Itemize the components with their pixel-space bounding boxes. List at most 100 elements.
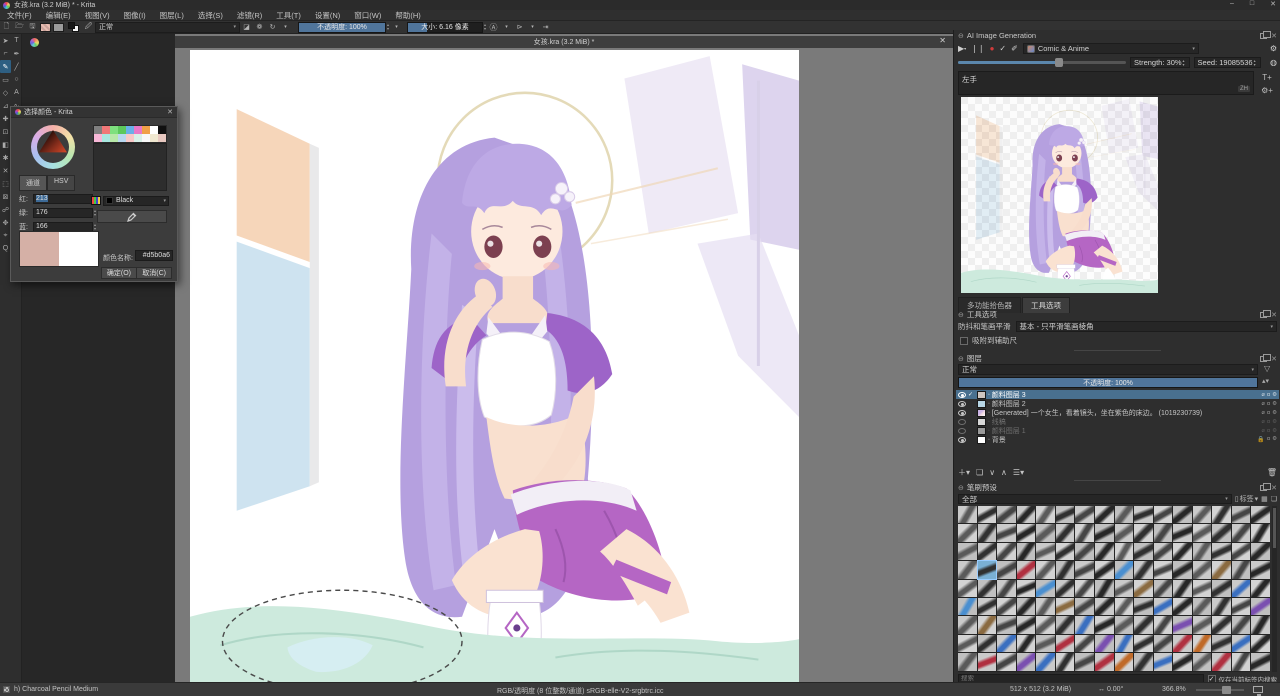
brush-preset[interactable]: [1193, 524, 1212, 541]
brush-preset[interactable]: [1212, 598, 1231, 615]
brush-preset[interactable]: [1154, 635, 1173, 652]
brush-preset[interactable]: [1173, 653, 1192, 670]
brush-preset[interactable]: [1193, 653, 1212, 670]
menu-窗口[interactable]: 窗口(W): [347, 10, 388, 21]
add-text-prompt-icon[interactable]: T+: [1260, 71, 1274, 83]
brush-preset[interactable]: [1232, 580, 1251, 597]
channel-input[interactable]: 213: [33, 194, 93, 204]
layer-visibility-eye-icon[interactable]: [958, 410, 966, 416]
palette-icon[interactable]: [91, 196, 101, 205]
brush-preset[interactable]: [1095, 635, 1114, 652]
brush-preset[interactable]: [1232, 506, 1251, 523]
mirror-vertical-icon[interactable]: ⊳: [515, 23, 524, 32]
layer-properties-button[interactable]: ☰▾: [1013, 468, 1024, 477]
smoothing-dropdown[interactable]: 基本 - 只平滑笔画棱角▾: [1016, 321, 1278, 332]
brush-preset[interactable]: [997, 653, 1016, 670]
brush-size-slider[interactable]: 大小: 6.16 像素: [407, 22, 483, 33]
brush-preset[interactable]: [1036, 598, 1055, 615]
layer-settings-icon[interactable]: ⚙: [1272, 410, 1277, 416]
brush-preset[interactable]: [1115, 580, 1134, 597]
palette-swatch[interactable]: [150, 126, 158, 134]
brush-preset[interactable]: [1134, 580, 1153, 597]
palette-swatch[interactable]: [110, 134, 118, 142]
brush-preset[interactable]: [958, 543, 977, 560]
live-paint-button[interactable]: ✐: [1011, 44, 1018, 53]
brush-preset[interactable]: [1115, 506, 1134, 523]
size-spinner[interactable]: ▴▾: [484, 23, 486, 31]
maximize-button[interactable]: □: [1250, 0, 1254, 8]
brush-preset[interactable]: [1212, 653, 1231, 670]
palette-swatch[interactable]: [102, 126, 110, 134]
palette-swatch[interactable]: [134, 126, 142, 134]
brush-preset[interactable]: [1036, 561, 1055, 578]
brush-preset[interactable]: [1056, 524, 1075, 541]
layer-lock-icon[interactable]: 🔒: [1257, 436, 1264, 443]
brush-preset[interactable]: [1095, 506, 1114, 523]
brush-preset[interactable]: [978, 580, 997, 597]
brush-preset[interactable]: [1232, 561, 1251, 578]
brush-preset[interactable]: [1056, 543, 1075, 560]
layer-blend-dropdown[interactable]: 正常▾: [958, 364, 1258, 375]
brush-preset[interactable]: [1134, 524, 1153, 541]
brush-preset[interactable]: [1056, 653, 1075, 670]
layer-opacity-spinner[interactable]: ▴▾: [1262, 377, 1269, 385]
color-wheel[interactable]: [31, 125, 75, 169]
close-button[interactable]: ✕: [1270, 0, 1276, 8]
calligraphy-tool-icon[interactable]: ✒: [11, 47, 22, 60]
reload-preset-icon[interactable]: ↻: [268, 23, 277, 32]
layer-visibility-eye-icon[interactable]: [958, 437, 966, 443]
zoom-slider[interactable]: [1196, 689, 1244, 691]
brush-preset[interactable]: [978, 506, 997, 523]
dropdown-caret-icon[interactable]: ▾: [281, 23, 290, 32]
brush-preset[interactable]: [1075, 580, 1094, 597]
brush-preset[interactable]: [1036, 616, 1055, 633]
color-name-input[interactable]: #d5b0a6: [135, 250, 173, 261]
brush-preset[interactable]: [1154, 543, 1173, 560]
close-docker-icon[interactable]: ✕: [1271, 311, 1277, 319]
brush-preset[interactable]: [1095, 561, 1114, 578]
brush-preset[interactable]: [1212, 616, 1231, 633]
brush-preset[interactable]: [1232, 635, 1251, 652]
layer-visibility-eye-icon[interactable]: [958, 392, 966, 398]
brush-preset[interactable]: [1017, 616, 1036, 633]
brush-preset[interactable]: [958, 524, 977, 541]
gradient-swatch[interactable]: [40, 23, 51, 32]
canvas[interactable]: [190, 50, 799, 682]
mirror-horizontal-icon[interactable]: Ⓐ: [489, 23, 498, 32]
layer-settings-icon[interactable]: ⚙: [1272, 419, 1277, 425]
menu-选择[interactable]: 选择(S): [191, 10, 230, 21]
brush-preset[interactable]: [1095, 598, 1114, 615]
brush-preset[interactable]: [978, 653, 997, 670]
brush-preset[interactable]: [1134, 543, 1153, 560]
layer-unlock-icon[interactable]: ⌀: [1262, 419, 1265, 425]
brush-filter-dropdown[interactable]: 全部▾: [958, 494, 1232, 504]
channel-spinner[interactable]: ▴▾: [94, 209, 96, 217]
brush-preset[interactable]: [1017, 524, 1036, 541]
menu-文件[interactable]: 文件(F): [0, 10, 39, 21]
accept-button[interactable]: ✓: [999, 44, 1006, 53]
brush-preset[interactable]: [1056, 616, 1075, 633]
brush-preset[interactable]: [1193, 506, 1212, 523]
rectangle-tool-icon[interactable]: ▭: [0, 73, 11, 86]
brush-preset[interactable]: [958, 616, 977, 633]
brush-preset[interactable]: [1017, 580, 1036, 597]
brush-preset[interactable]: [1017, 635, 1036, 652]
brush-preset[interactable]: [1115, 524, 1134, 541]
layer-filter-icon[interactable]: ▽: [1264, 364, 1270, 373]
opacity-spinner[interactable]: ▴▾: [387, 23, 389, 31]
brush-preset[interactable]: [1154, 561, 1173, 578]
brush-preset[interactable]: [1154, 506, 1173, 523]
float-docker-icon[interactable]: [1260, 33, 1267, 39]
brush-preset[interactable]: [1193, 598, 1212, 615]
brush-preset[interactable]: [1115, 653, 1134, 670]
alpha-lock-icon[interactable]: α: [1267, 419, 1270, 425]
zoom-level[interactable]: 366.8%: [1162, 686, 1186, 693]
brush-preset[interactable]: [1154, 524, 1173, 541]
brush-preset[interactable]: [1173, 635, 1192, 652]
brush-preset[interactable]: [978, 635, 997, 652]
open-document-icon[interactable]: 🗁: [15, 23, 24, 32]
style-dropdown[interactable]: Comic & Anime▾: [1023, 43, 1199, 54]
brush-preset[interactable]: [1134, 598, 1153, 615]
brush-preset[interactable]: [1173, 543, 1192, 560]
brush-preset[interactable]: [1095, 524, 1114, 541]
